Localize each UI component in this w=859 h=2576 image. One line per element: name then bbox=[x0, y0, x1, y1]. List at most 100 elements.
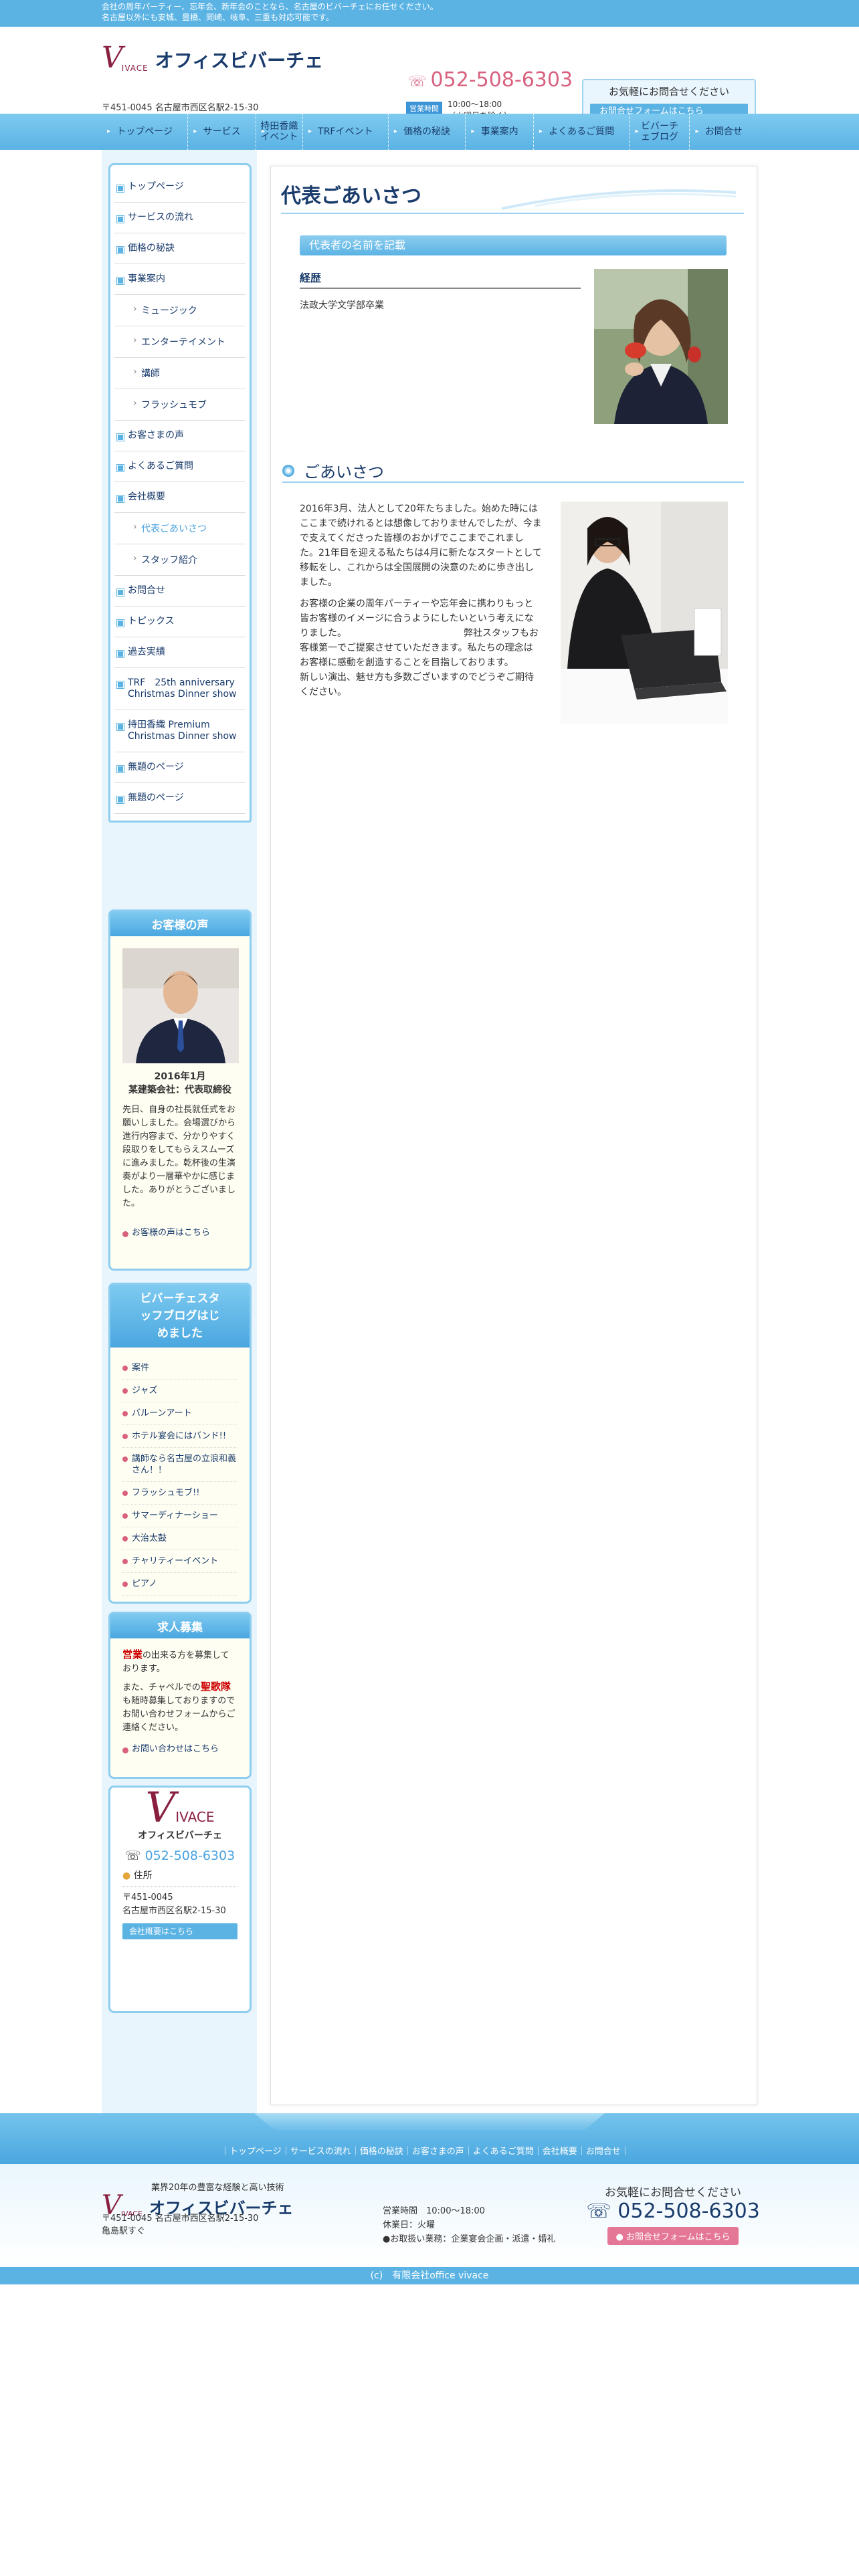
sidenav-item[interactable]: 事業案内 bbox=[114, 264, 246, 295]
company-widget-phone[interactable]: ☏ 052-508-6303 bbox=[122, 1849, 237, 1862]
site-logo[interactable]: V IVACE オフィスビバーチェ bbox=[102, 41, 323, 75]
sidenav-item[interactable]: 価格の秘訣 bbox=[114, 233, 246, 264]
blog-list-item[interactable]: バルーンアート bbox=[122, 1402, 237, 1425]
recruit-text-3: も随時募集しておりますのでお問い合わせフォームからご連絡ください。 bbox=[122, 1696, 235, 1733]
footer-tab-decoration bbox=[254, 2113, 605, 2131]
company-widget-zip: 〒451-0045 bbox=[122, 1887, 237, 1905]
sidenav-item[interactable]: 無題のページ bbox=[114, 752, 246, 783]
sidenav-item[interactable]: 代表ごあいさつ bbox=[114, 513, 246, 544]
career-text: 法政大学文学部卒業 bbox=[300, 300, 384, 311]
sidenav-item[interactable]: サービスの流れ bbox=[114, 203, 246, 233]
sidenav-item[interactable]: 無題のページ bbox=[114, 783, 246, 814]
voice-customer: 某建築会社：代表取締役 bbox=[128, 1085, 231, 1095]
footer-phone-number: 052-508-6303 bbox=[617, 2199, 760, 2223]
sidenav-item[interactable]: フラッシュモブ bbox=[114, 389, 246, 421]
customer-photo bbox=[122, 948, 239, 1063]
blog-list-item[interactable]: ホテル宴会にはバンド!! bbox=[122, 1425, 237, 1448]
header-contact-title: お気軽にお問合せください bbox=[608, 86, 729, 98]
sidenav-item[interactable]: お客さまの声 bbox=[114, 421, 246, 451]
footer-nav-band: ｜トップページ｜サービスの流れ｜価格の秘訣｜お客さまの声｜よくあるご質問｜会社概… bbox=[0, 2113, 859, 2164]
phone-icon: ☏ bbox=[124, 1848, 145, 1863]
company-overview-button[interactable]: 会社概要はこちら bbox=[122, 1923, 237, 1939]
voice-title: お客様の声 bbox=[110, 911, 250, 936]
recruit-text-2: また、チャペルでの bbox=[122, 1683, 201, 1693]
copyright: (c) 有限会社office vivace bbox=[0, 2267, 859, 2284]
gnav-faq[interactable]: よくあるご質問 bbox=[534, 114, 630, 150]
blog-list-item[interactable]: 講師なら名古屋の立浪和義さん！！ bbox=[122, 1448, 237, 1482]
sidenav-item[interactable]: 講師 bbox=[114, 358, 246, 389]
office-work-photo bbox=[561, 502, 728, 724]
sidenav-item[interactable]: 持田香織 Premium Christmas Dinner show bbox=[114, 710, 246, 752]
company-addr-label: ● 住所 bbox=[122, 1869, 237, 1883]
sidenav-item[interactable]: エンターテイメント bbox=[114, 326, 246, 358]
header-phone-number: 052-508-6303 bbox=[430, 68, 573, 92]
voice-text: 先日、自身の社長就任式をお願いしました。会場選びから進行内容まで、分かりやすく段… bbox=[122, 1105, 236, 1208]
gnav-mochida-event[interactable]: 持田香織イベント bbox=[256, 114, 303, 150]
footer-tagline: 業界20年の豊富な経験と高い技術 bbox=[151, 2183, 284, 2193]
page-title: 代表ごあいさつ bbox=[281, 185, 421, 208]
footer-address: 〒451-0045 名古屋市西区名駅2-15-30 bbox=[102, 2214, 259, 2224]
sidenav-item[interactable]: トピックス bbox=[114, 607, 246, 637]
site-header: V IVACE オフィスビバーチェ 〒451-0045 名古屋市西区名駅2-15… bbox=[0, 27, 859, 127]
recruit-widget: 求人募集 営業の出来る方を募集しております。 また、チャペルでの聖歌隊も随時募集… bbox=[108, 1612, 252, 1779]
blog-list-item[interactable]: ピアノ bbox=[122, 1573, 237, 1596]
page-title-underline bbox=[281, 213, 744, 214]
gnav-trf-event[interactable]: TRFイベント bbox=[303, 114, 389, 150]
bullet-icon bbox=[282, 464, 294, 477]
footer-contact-button[interactable]: ● お問合せフォームはこちら bbox=[607, 2227, 739, 2245]
footer-nav-links[interactable]: ｜トップページ｜サービスの流れ｜価格の秘訣｜お客さまの声｜よくあるご質問｜会社概… bbox=[221, 2144, 630, 2157]
sidenav-item[interactable]: スタッフ紹介 bbox=[114, 544, 246, 576]
greeting-underline bbox=[282, 481, 744, 483]
footer-phone[interactable]: ☏ 052-508-6303 bbox=[586, 2199, 760, 2223]
phone-icon: ☏ bbox=[408, 74, 427, 90]
top-notice-line2: 名古屋以外にも安城、豊橋、岡崎、岐阜、三重も対応可能です。 bbox=[102, 13, 334, 22]
header-phone[interactable]: ☏ 052-508-6303 bbox=[408, 68, 573, 92]
sidenav-item[interactable]: 過去実績 bbox=[114, 637, 246, 668]
greeting-paragraph-2: お客様の企業の周年パーティーや忘年会に携わりもっと皆お客様のイメージに合うように… bbox=[300, 599, 640, 697]
recruit-word-sales: 営業 bbox=[122, 1648, 143, 1660]
sidenav-item[interactable]: ミュージック bbox=[114, 295, 246, 326]
footer-contact: お気軽にお問合せください ☏ 052-508-6303 ● お問合せフォームはこ… bbox=[586, 2183, 760, 2245]
sidenav-item[interactable]: TRF 25th anniversary Christmas Dinner sh… bbox=[114, 668, 246, 710]
gnav-blog-label: ビバーチェブログ bbox=[640, 121, 678, 142]
recruit-link[interactable]: お問い合わせはこちら bbox=[122, 1744, 219, 1754]
pin-icon: ● bbox=[122, 1870, 131, 1881]
top-notice-line1: 会社の周年パーティー、忘年会、新年会のことなら、名古屋のビバーチェにお任せくださ… bbox=[102, 2, 438, 11]
voice-date: 2016年1月 bbox=[154, 1071, 206, 1082]
voice-widget: お客様の声 2016年1月 某建築会社：代表取締役 先日、自身の社長就任式をお願… bbox=[108, 909, 252, 1271]
footer-hours: 営業時間 10:00〜18:00 bbox=[383, 2206, 485, 2216]
gnav-price[interactable]: 価格の秘訣 bbox=[389, 114, 466, 150]
recruit-word-choir: 聖歌隊 bbox=[200, 1681, 231, 1693]
company-logo: VIVACE bbox=[122, 1787, 237, 1828]
global-nav: トップページ サービス 持田香織イベント TRFイベント 価格の秘訣 事業案内 … bbox=[0, 114, 859, 150]
recruit-title: 求人募集 bbox=[110, 1614, 250, 1638]
blog-list-item[interactable]: ジャズ bbox=[122, 1380, 237, 1402]
header-address: 〒451-0045 名古屋市西区名駅2-15-30 bbox=[102, 103, 259, 113]
sidenav-item[interactable]: トップページ bbox=[114, 172, 246, 203]
footer-hours-block: 営業時間 10:00〜18:00 休業日：火曜 ●お取扱い業務：企業宴会企画・派… bbox=[383, 2204, 555, 2246]
greeting-heading-text: ごあいさつ bbox=[304, 463, 384, 481]
footer-call-title: お気軽にお問合せください bbox=[605, 2186, 741, 2199]
side-nav: トップページサービスの流れ価格の秘訣事業案内ミュージックエンターテイメント講師フ… bbox=[108, 163, 252, 823]
blog-list-item[interactable]: チャリティーイベント bbox=[122, 1550, 237, 1573]
logo-mark: V bbox=[102, 41, 123, 75]
sidenav-item[interactable]: よくあるご質問 bbox=[114, 451, 246, 482]
main-content-panel bbox=[270, 166, 757, 2105]
hours-time: 10:00〜18:00 bbox=[448, 100, 502, 109]
gnav-contact[interactable]: お問合せ bbox=[690, 114, 757, 150]
footer-closed: 休業日：火曜 bbox=[383, 2220, 436, 2230]
sidenav-item[interactable]: 会社概要 bbox=[114, 482, 246, 513]
blog-list-item[interactable]: サマーディナーショー bbox=[122, 1505, 237, 1527]
voice-link[interactable]: お客様の声はこちら bbox=[122, 1228, 210, 1238]
sidenav-item[interactable]: お問合せ bbox=[114, 576, 246, 607]
company-addr-label-text: 住所 bbox=[133, 1870, 153, 1881]
blog-list-item[interactable]: 案件 bbox=[122, 1357, 237, 1380]
company-widget-address: 名古屋市西区名駅2-15-30 bbox=[122, 1906, 226, 1916]
blog-list-item[interactable]: フラッシュモブ!! bbox=[122, 1482, 237, 1505]
blog-list-item[interactable]: 大治太鼓 bbox=[122, 1527, 237, 1550]
gnav-top[interactable]: トップページ bbox=[102, 114, 189, 150]
gnav-business[interactable]: 事業案内 bbox=[466, 114, 534, 150]
footer-contact-button-label: お問合せフォームはこちら bbox=[626, 2232, 731, 2242]
gnav-service[interactable]: サービス bbox=[188, 114, 256, 150]
gnav-blog[interactable]: ビバーチェブログ bbox=[630, 114, 690, 150]
